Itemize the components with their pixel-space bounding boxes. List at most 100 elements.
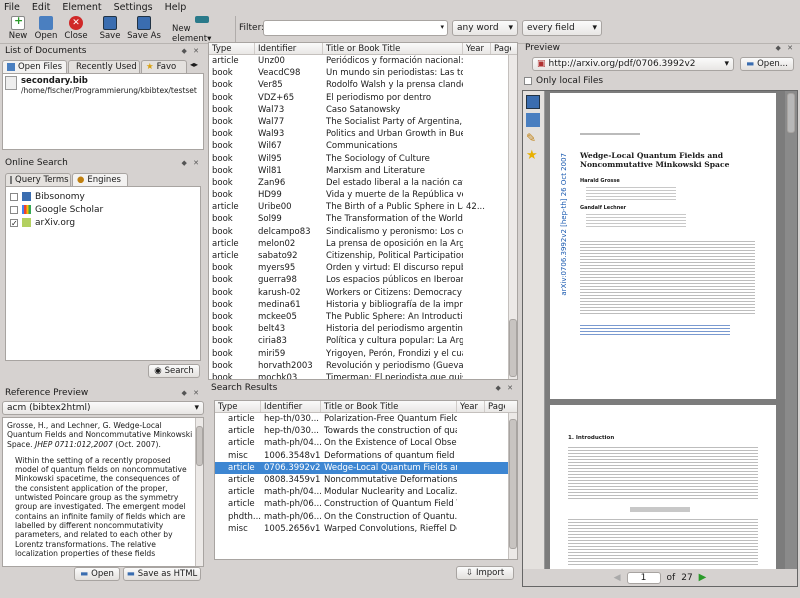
search-result-row[interactable]: article math-ph/06... Construction of Quan… xyxy=(215,498,517,510)
filter-mode-select[interactable]: any word ▾ xyxy=(452,20,518,36)
table-row[interactable]: book miri59 Yrigoyen, Perón, Frondizi y el… xyxy=(209,348,517,360)
table-row[interactable]: book Wal73 Caso Satanowsky xyxy=(209,104,517,116)
panel-controls-icon[interactable]: ◆ ✕ xyxy=(182,159,201,167)
thumbnails-icon[interactable] xyxy=(526,95,540,109)
star-icon[interactable]: ★ xyxy=(526,149,540,163)
engine-item-google-scholar[interactable]: Google Scholar xyxy=(10,203,196,216)
preview-url-select[interactable]: ▣ http://arxiv.org/pdf/0706.3992v2 ▾ xyxy=(532,57,734,71)
table-row[interactable]: book ciria83 Política y cultura popular: L… xyxy=(209,335,517,347)
table-row[interactable]: book Ver85 Rodolfo Walsh y la prensa cland… xyxy=(209,79,517,91)
checkbox[interactable] xyxy=(10,205,18,214)
document-item[interactable]: secondary.bib/home/fischer/Programmierun… xyxy=(5,76,201,95)
table-row[interactable]: article Unz00 Periódicos y formación nacio… xyxy=(209,55,517,67)
column-header-identifier[interactable]: Identifier xyxy=(255,43,323,54)
table-row[interactable]: book delcampo83 Sindicalismo y peronismo: … xyxy=(209,226,517,238)
table-row[interactable]: book Wal93 Politics and Urban Growth in Bu… xyxy=(209,128,517,140)
panel-controls-icon[interactable]: ◆ ✕ xyxy=(182,47,201,55)
table-row[interactable]: book guerra98 Los espacios públicos en Ibe… xyxy=(209,274,517,286)
save-as-button[interactable]: Save As xyxy=(124,14,164,44)
open-reference-button[interactable]: ▬ Open xyxy=(74,567,120,581)
search-button[interactable]: ◉ Search xyxy=(148,364,200,378)
preview-scrollbar[interactable] xyxy=(195,418,203,566)
menu-help[interactable]: Help xyxy=(165,2,187,13)
table-row[interactable]: book Wil95 The Sociology of Culture xyxy=(209,153,517,165)
tab-scroll-arrows-icon[interactable]: ◂▸ xyxy=(190,60,198,73)
scrollbar-thumb[interactable] xyxy=(509,319,517,377)
panel-controls-icon[interactable]: ◆ ✕ xyxy=(776,44,795,52)
import-button[interactable]: ⇩ Import xyxy=(456,566,514,580)
search-result-row[interactable]: article math-ph/04... Modular Nuclearity a… xyxy=(215,486,517,498)
search-result-row[interactable]: article hep-th/030... Towards the construc… xyxy=(215,425,517,437)
checkbox-checked[interactable]: ✓ xyxy=(10,218,18,227)
save-as-html-button[interactable]: ▬ Save as HTML xyxy=(123,567,201,581)
table-row[interactable]: book horvath2003 Revolución y periodismo (… xyxy=(209,360,517,372)
table-row[interactable]: book Wil81 Marxism and Literature xyxy=(209,165,517,177)
search-result-row[interactable]: article 0808.3459v1 Noncommutative Deforma… xyxy=(215,474,517,486)
checkbox[interactable] xyxy=(524,77,532,85)
table-row[interactable]: book karush-02 Workers or Citizens: Democr… xyxy=(209,287,517,299)
column-header-year[interactable]: Year xyxy=(457,401,485,412)
table-row[interactable]: book Zan96 Del estado liberal a la nación … xyxy=(209,177,517,189)
table-row[interactable]: book Wal77 The Socialist Party of Argentin… xyxy=(209,116,517,128)
tab-query-terms[interactable]: Query Terms xyxy=(5,173,71,186)
scrollbar-thumb[interactable] xyxy=(509,419,517,549)
main-table-scrollbar[interactable] xyxy=(508,55,517,379)
filter-field-select[interactable]: every field ▾ xyxy=(522,20,602,36)
table-row[interactable]: book mochk03 Timerman: El periodista que q… xyxy=(209,372,517,379)
panel-controls-icon[interactable]: ◆ ✕ xyxy=(182,389,201,397)
table-row[interactable]: book VeacdC98 Un mundo sin periodistas: La… xyxy=(209,67,517,79)
tab-favorites[interactable]: ★ Favo xyxy=(141,60,187,73)
checkbox[interactable] xyxy=(10,192,18,201)
tab-recently-used[interactable]: Recently Used xyxy=(68,60,140,73)
column-header-title[interactable]: Title or Book Title xyxy=(321,401,457,412)
new-element-button[interactable]: New element▾ xyxy=(172,14,232,44)
column-header-pages[interactable]: Page xyxy=(485,401,505,412)
menu-settings[interactable]: Settings xyxy=(114,2,153,13)
search-result-row[interactable]: misc 1006.3548v1 Deformations of quantum f… xyxy=(215,450,517,462)
search-result-row[interactable]: article 0706.3992v2 Wedge-Local Quantum Fi… xyxy=(215,461,517,474)
table-row[interactable]: book myers95 Orden y virtud: El discurso r… xyxy=(209,262,517,274)
pdf-scrollbar[interactable] xyxy=(785,91,797,569)
engine-item-arxiv[interactable]: ✓ arXiv.org xyxy=(10,216,196,229)
scrollbar-thumb[interactable] xyxy=(787,93,795,133)
column-header-title[interactable]: Title or Book Title xyxy=(323,43,463,54)
menu-element[interactable]: Element xyxy=(62,2,101,13)
table-row[interactable]: book mckee05 The Public Sphere: An Introdu… xyxy=(209,311,517,323)
table-row[interactable]: article sabato92 Citizenship, Political Pa… xyxy=(209,250,517,262)
tab-open-files[interactable]: Open Files xyxy=(2,60,67,73)
table-row[interactable]: book Sol99 The Transformation of the World… xyxy=(209,213,517,225)
close-button[interactable]: ✕ Close xyxy=(58,14,94,44)
page-number-input[interactable]: 1 xyxy=(626,571,661,584)
annotations-pen-icon[interactable]: ✎ xyxy=(526,131,540,145)
table-row[interactable]: article Uribe00 The Birth of a Public Sphe… xyxy=(209,201,517,213)
table-row[interactable]: book VDZ+65 El periodismo por dentro xyxy=(209,92,517,104)
search-result-row[interactable]: misc 1005.2656v1 Warped Convolutions, Rief… xyxy=(215,523,517,535)
next-page-icon[interactable]: ▶ xyxy=(699,572,707,583)
table-row[interactable]: book medina61 Historia y bibliografía de l… xyxy=(209,299,517,311)
column-header-type[interactable]: Type xyxy=(209,43,255,54)
search-result-row[interactable]: phdth... math-ph/06... On the Construction… xyxy=(215,511,517,523)
scrollbar-thumb[interactable] xyxy=(196,426,203,466)
tab-engines[interactable]: ● Engines xyxy=(72,173,128,186)
preview-style-select[interactable]: acm (bibtex2html) ▾ xyxy=(2,401,204,415)
bookmarks-icon[interactable] xyxy=(526,113,540,127)
column-header-pages[interactable]: Page xyxy=(491,43,511,54)
engine-item-bibsonomy[interactable]: Bibsonomy xyxy=(10,190,196,203)
save-button[interactable]: Save xyxy=(92,14,128,44)
search-results-scrollbar[interactable] xyxy=(508,413,517,559)
column-header-identifier[interactable]: Identifier xyxy=(261,401,321,412)
panel-controls-icon[interactable]: ◆ ✕ xyxy=(496,384,515,392)
table-row[interactable]: book belt43 Historia del periodismo argent… xyxy=(209,323,517,335)
search-result-row[interactable]: article hep-th/030... Polarization-Free Qu… xyxy=(215,413,517,425)
table-row[interactable]: book Wil67 Communications xyxy=(209,140,517,152)
only-local-files-checkbox[interactable]: Only local Files xyxy=(524,76,603,86)
previous-page-icon[interactable]: ◀ xyxy=(614,573,621,583)
search-result-row[interactable]: article math-ph/04... On the Existence of … xyxy=(215,437,517,449)
column-header-type[interactable]: Type xyxy=(215,401,261,412)
menu-file[interactable]: File xyxy=(4,2,20,13)
column-header-year[interactable]: Year xyxy=(463,43,491,54)
menu-edit[interactable]: Edit xyxy=(32,2,50,13)
table-row[interactable]: book HD99 Vida y muerte de la República ve… xyxy=(209,189,517,201)
preview-open-button[interactable]: ▬ Open... xyxy=(740,57,794,71)
table-row[interactable]: article melon02 La prensa de oposición en … xyxy=(209,238,517,250)
